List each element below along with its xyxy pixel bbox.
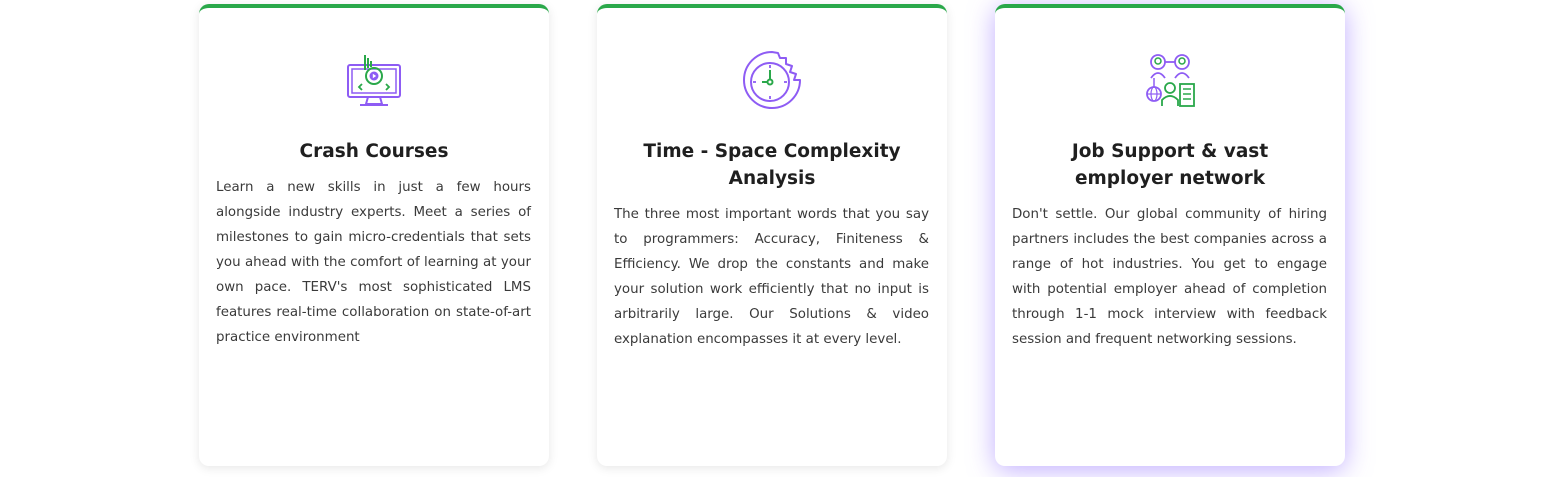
card-title: Job Support & vast employer network — [1071, 141, 1269, 189]
clock-gear-icon — [740, 48, 804, 112]
card-title: Time - Space Complexity Analysis — [643, 141, 901, 189]
monitor-play-icon — [342, 48, 406, 112]
card-title: Crash Courses — [299, 141, 449, 162]
card-description: The three most important words that you … — [614, 207, 929, 347]
feature-card-crash-courses: Crash Courses Learn a new skills in just… — [199, 4, 549, 466]
feature-card-complexity-analysis: Time - Space Complexity Analysis The thr… — [597, 4, 947, 466]
people-network-icon — [1138, 48, 1202, 112]
features-section: Crash Courses Learn a new skills in just… — [0, 0, 1546, 477]
card-description: Don't settle. Our global community of hi… — [1012, 207, 1327, 347]
card-description: Learn a new skills in just a few hours a… — [216, 180, 531, 345]
feature-card-job-support: Job Support & vast employer network Don'… — [995, 4, 1345, 466]
